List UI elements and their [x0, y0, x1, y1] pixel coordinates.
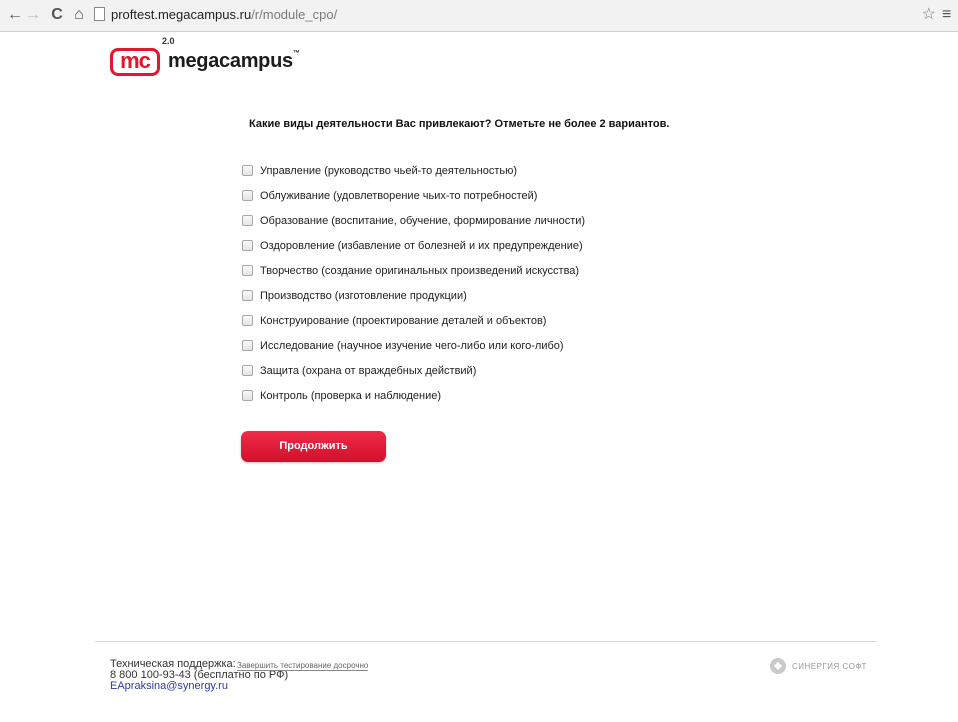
option-checkbox[interactable] [242, 265, 253, 276]
option-checkbox[interactable] [242, 190, 253, 201]
finish-early-link[interactable]: Завершить тестирование досрочно [237, 661, 369, 671]
synergy-logo-icon [770, 658, 786, 674]
option-item[interactable]: Защита (охрана от враждебных действий) [242, 358, 585, 383]
back-arrow-icon[interactable]: ← [6, 6, 24, 24]
page-icon [94, 7, 105, 21]
logo-word-text: megacampus [168, 50, 293, 72]
address-bar[interactable]: proftest.megacampus.ru/r/module_cpo/ [94, 5, 337, 25]
continue-button[interactable]: Продолжить [241, 431, 386, 462]
option-checkbox[interactable] [242, 165, 253, 176]
support-email-link[interactable]: EApraksina@synergy.ru [110, 680, 228, 692]
option-checkbox[interactable] [242, 290, 253, 301]
option-checkbox[interactable] [242, 365, 253, 376]
option-label: Оздоровление (избавление от болезней и и… [260, 239, 583, 252]
option-label: Творчество (создание оригинальных произв… [260, 264, 580, 277]
menu-icon[interactable]: ≡ [942, 6, 956, 24]
option-label: Конструирование (проектирование деталей … [260, 314, 547, 327]
option-item[interactable]: Творчество (создание оригинальных произв… [242, 258, 585, 283]
option-label: Исследование (научное изучение чего-либо… [260, 339, 564, 352]
url-host: proftest.megacampus.ru [111, 7, 252, 22]
option-label: Защита (охрана от враждебных действий) [260, 364, 477, 377]
option-label: Управление (руководство чьей-то деятельн… [260, 164, 518, 177]
home-icon[interactable]: ⌂ [70, 6, 88, 24]
reload-icon[interactable]: C [48, 6, 66, 24]
question-text: Какие виды деятельности Вас привлекают? … [249, 118, 670, 130]
option-item[interactable]: Исследование (научное изучение чего-либо… [242, 333, 585, 358]
option-checkbox[interactable] [242, 340, 253, 351]
logo-word: megacampus™ [168, 50, 300, 73]
option-item[interactable]: Производство (изготовление продукции) [242, 283, 585, 308]
logo-mark: mc [110, 48, 160, 76]
option-label: Облуживание (удовлетворение чьих-то потр… [260, 189, 538, 202]
option-item[interactable]: Управление (руководство чьей-то деятельн… [242, 158, 585, 183]
option-checkbox[interactable] [242, 390, 253, 401]
option-item[interactable]: Оздоровление (избавление от болезней и и… [242, 233, 585, 258]
logo-trademark: ™ [292, 50, 300, 57]
option-item[interactable]: Образование (воспитание, обучение, форми… [242, 208, 585, 233]
option-label: Производство (изготовление продукции) [260, 289, 467, 302]
option-checkbox[interactable] [242, 215, 253, 226]
browser-toolbar: ← → C ⌂ proftest.megacampus.ru/r/module_… [0, 0, 958, 32]
option-item[interactable]: Конструирование (проектирование деталей … [242, 308, 585, 333]
option-label: Контроль (проверка и наблюдение) [260, 389, 442, 402]
logo-version: 2.0 [162, 36, 175, 46]
synergy-soft-logo[interactable]: СИНЕРГИЯ СОФТ [770, 657, 867, 675]
option-item[interactable]: Контроль (проверка и наблюдение) [242, 383, 585, 408]
options-list: Управление (руководство чьей-то деятельн… [242, 158, 585, 408]
synergy-brand-text: СИНЕРГИЯ СОФТ [792, 661, 867, 671]
forward-arrow-icon[interactable]: → [24, 6, 42, 24]
option-label: Образование (воспитание, обучение, форми… [260, 214, 586, 227]
footer-divider [95, 641, 877, 642]
option-checkbox[interactable] [242, 240, 253, 251]
url-path: /r/module_cpo/ [251, 7, 338, 22]
option-checkbox[interactable] [242, 315, 253, 326]
bookmark-star-icon[interactable]: ☆ [922, 6, 936, 24]
option-item[interactable]: Облуживание (удовлетворение чьих-то потр… [242, 183, 585, 208]
